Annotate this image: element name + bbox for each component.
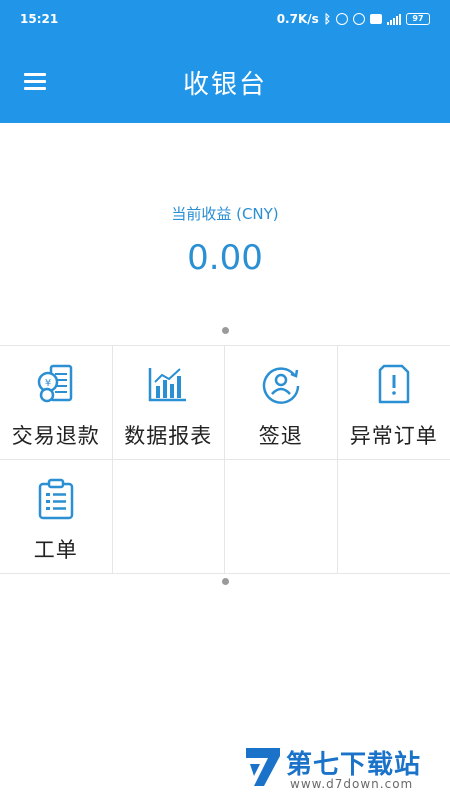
transaction-refund-icon: ¥ — [37, 364, 72, 403]
earnings-value: 0.00 — [187, 238, 263, 278]
watermark-url: www.d7down.com — [290, 777, 414, 791]
watermark-brand: 第七下载站 — [286, 750, 422, 780]
menu-item-sign-out[interactable]: 签退 — [225, 346, 338, 460]
menu-item-transaction-refund[interactable]: ¥ 交易退款 — [0, 346, 113, 460]
abnormal-order-icon — [378, 364, 409, 404]
net-speed: 0.7K/s — [276, 12, 319, 26]
alarm-icon — [353, 13, 365, 25]
sync-icon — [336, 13, 348, 25]
menu-item-label: 数据报表 — [124, 424, 213, 448]
menu-item-data-report[interactable]: 数据报表 — [112, 346, 225, 460]
menu-item-label: 工单 — [33, 538, 78, 562]
empty-cell — [337, 460, 450, 574]
menu-item-label: 签退 — [258, 424, 303, 448]
page-indicator-dot — [222, 327, 229, 334]
status-icons: 0.7K/s ᛒ 97 — [277, 12, 430, 26]
signal-icon — [387, 13, 401, 25]
page-title: 收银台 — [182, 70, 267, 100]
status-bar: 15:21 0.7K/s ᛒ 97 — [0, 0, 450, 40]
menu-item-label: 异常订单 — [349, 424, 438, 448]
empty-cell — [112, 460, 225, 574]
empty-cell — [225, 460, 338, 574]
data-report-icon — [149, 368, 187, 402]
page-indicator-dot — [222, 578, 229, 585]
watermark-logo-icon — [246, 748, 280, 786]
earnings-label: 当前收益 (CNY) — [171, 205, 279, 223]
sign-out-icon — [262, 367, 299, 404]
svg-text:¥: ¥ — [45, 378, 51, 389]
function-grid: ¥ 交易退款 数据报表 签退 异常订单 工单 — [0, 345, 450, 574]
menu-item-abnormal-order[interactable]: 异常订单 — [337, 346, 450, 460]
watermark: 第七下载站 www.d7down.com — [244, 744, 444, 794]
status-time: 15:21 — [20, 12, 59, 26]
menu-item-work-order[interactable]: 工单 — [0, 460, 113, 574]
hd-icon — [370, 14, 382, 24]
menu-item-label: 交易退款 — [11, 424, 100, 448]
app-header: 15:21 0.7K/s ᛒ 97 收银台 — [0, 0, 450, 123]
work-order-icon — [38, 478, 73, 520]
battery-icon: 97 — [406, 13, 430, 25]
bluetooth-icon: ᛒ — [323, 12, 331, 26]
